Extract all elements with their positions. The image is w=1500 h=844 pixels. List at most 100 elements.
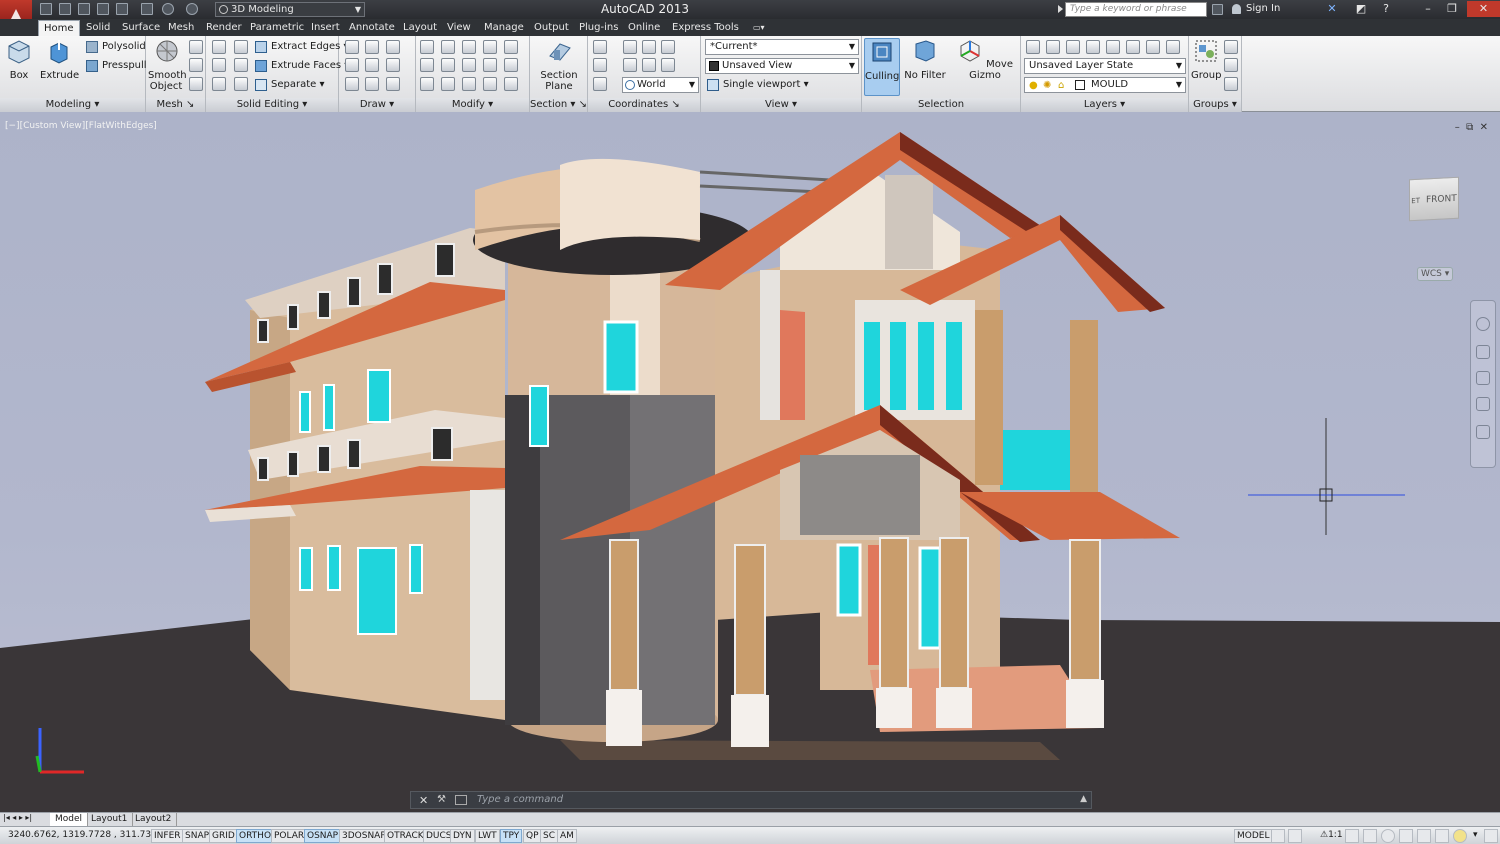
status-toggle-osnap[interactable]: OSNAP [304,829,342,843]
line-icon[interactable] [345,40,359,54]
tab-render[interactable]: Render [201,20,247,36]
group-button[interactable]: Group [1191,38,1221,81]
refine-mesh-icon[interactable] [189,58,203,72]
subtract-icon[interactable] [212,58,226,72]
array-icon[interactable] [504,77,518,91]
tab-express-tools[interactable]: Express Tools [667,20,744,36]
presspull-button[interactable]: Presspull [86,58,147,74]
status-toggle-dyn[interactable]: DYN [450,829,475,843]
viewport-minimize-button[interactable]: – [1455,122,1460,133]
recent-commands-icon[interactable] [455,795,467,805]
panel-title-mesh[interactable]: Mesh ↘ [146,98,205,112]
align-icon[interactable] [441,77,455,91]
expand-search-icon[interactable] [1058,5,1063,13]
smooth-more-icon[interactable] [189,40,203,54]
panel-title-section[interactable]: Section ▾ ↘ [530,98,587,112]
ucs-origin-icon[interactable] [593,58,607,72]
tab-parametric[interactable]: Parametric [245,20,309,36]
ellipse-icon[interactable] [386,77,400,91]
interfere-icon[interactable] [234,40,248,54]
polyline-icon[interactable] [365,40,379,54]
group-edit-icon[interactable] [1224,58,1238,72]
hardware-acceleration-icon[interactable] [1417,829,1431,843]
rectangle-icon[interactable] [365,77,379,91]
quick-view-layouts-icon[interactable] [1271,829,1285,843]
exchange-icon[interactable]: ✕ [1319,1,1345,17]
panel-title-solid-editing[interactable]: Solid Editing ▾ [206,98,338,112]
ucs-dropdown[interactable]: World ▼ [622,77,699,93]
thicken-icon[interactable] [234,77,248,91]
layer-off-icon[interactable] [1086,40,1100,54]
spline-icon[interactable] [345,58,359,72]
scale-icon[interactable] [462,58,476,72]
apps-icon[interactable]: ◩ [1348,1,1374,17]
zoom-icon[interactable] [1476,371,1490,385]
annotation-scale[interactable]: ⚠1:1 [1318,829,1345,843]
3d-house-model[interactable] [0,112,1500,812]
tab-annotate[interactable]: Annotate [344,20,400,36]
layer-previous-icon[interactable] [1146,40,1160,54]
drawing-viewport[interactable]: [−][Custom View][FlatWithEdges] – ⧉ ✕ ET… [0,112,1500,812]
customize-wrench-icon[interactable]: ⚒ [437,794,446,805]
move-icon[interactable] [441,40,455,54]
layer-freeze-icon[interactable] [1066,40,1080,54]
section-plane-button[interactable]: Section Plane [536,38,582,92]
arc-icon[interactable] [386,40,400,54]
layer-properties-icon[interactable] [1026,40,1040,54]
stretch-icon[interactable] [483,77,497,91]
ucs-view-icon[interactable] [593,77,607,91]
panel-title-modeling[interactable]: Modeling ▾ [0,98,145,112]
circle-icon[interactable] [386,58,400,72]
panel-title-modify[interactable]: Modify ▾ [416,98,529,112]
no-filter-button[interactable]: No Filter [904,38,946,81]
tab-home[interactable]: Home [38,20,80,36]
toolbar-lock-icon[interactable] [1399,829,1413,843]
move-gizmo-button[interactable]: Move Gizmo [954,38,1016,81]
quick-view-drawings-icon[interactable] [1288,829,1302,843]
viewport-configuration-button[interactable]: Single viewport ▾ [707,77,809,93]
tab-plug-ins[interactable]: Plug-ins [574,20,623,36]
crease-icon[interactable] [189,77,203,91]
slice-icon[interactable] [234,58,248,72]
tab-layout[interactable]: Layout [398,20,442,36]
status-toggle-qp[interactable]: QP [523,829,542,843]
isolate-objects-icon[interactable] [1435,829,1449,843]
lightbulb-icon[interactable] [1453,829,1467,843]
status-toggle-ortho[interactable]: ORTHO [236,829,275,843]
ribbon-minimize-icon[interactable]: ▭▾ [748,20,770,36]
binoculars-icon[interactable] [1212,4,1223,15]
3d-polyline-icon[interactable] [365,58,379,72]
status-toggle-3dosnap[interactable]: 3DOSNAP [339,829,389,843]
command-input[interactable]: Type a command [477,792,977,808]
steering-wheel-icon[interactable] [1476,317,1490,331]
layer-state-dropdown[interactable]: Unsaved Layer State ▼ [1024,58,1186,74]
ucs-z-icon[interactable] [661,40,675,54]
viewcube[interactable]: ET FRONT [1409,176,1459,222]
trim-icon[interactable] [504,40,518,54]
close-command-line-icon[interactable]: ✕ [419,794,428,807]
polysolid-button[interactable]: Polysolid [86,39,146,55]
status-toggle-infer[interactable]: INFER [151,829,184,843]
orbit-icon[interactable] [1476,397,1490,411]
workspace-switching-gear-icon[interactable] [1381,829,1395,843]
visual-style-dropdown[interactable]: *Current* ▼ [705,39,859,55]
auto-scale-icon[interactable] [1363,829,1377,843]
help-icon[interactable]: ? [1373,1,1399,17]
culling-button[interactable]: Culling [864,38,900,96]
status-toggle-sc[interactable]: SC [540,829,558,843]
status-toggle-tpy[interactable]: TPY [500,829,523,843]
extrude-faces-button[interactable]: Extrude Faces ▾ [255,58,349,74]
3d-mirror-icon[interactable] [483,58,497,72]
annotation-visibility-icon[interactable] [1345,829,1359,843]
copy-icon[interactable] [420,58,434,72]
rotate-icon[interactable] [441,58,455,72]
close-button[interactable]: ✕ [1467,1,1500,17]
layout-tab-layout2[interactable]: Layout2 [130,813,178,827]
layer-lock-icon[interactable] [1106,40,1120,54]
3d-rotate-icon[interactable] [483,40,497,54]
status-toggle-otrack[interactable]: OTRACK [384,829,427,843]
tab-insert[interactable]: Insert [306,20,345,36]
status-menu-chevron-icon[interactable]: ▾ [1471,829,1481,843]
layer-dropdown[interactable]: ● ✺ ⌂ MOULD ▼ [1024,77,1186,93]
layout-tab-layout1[interactable]: Layout1 [86,813,134,827]
